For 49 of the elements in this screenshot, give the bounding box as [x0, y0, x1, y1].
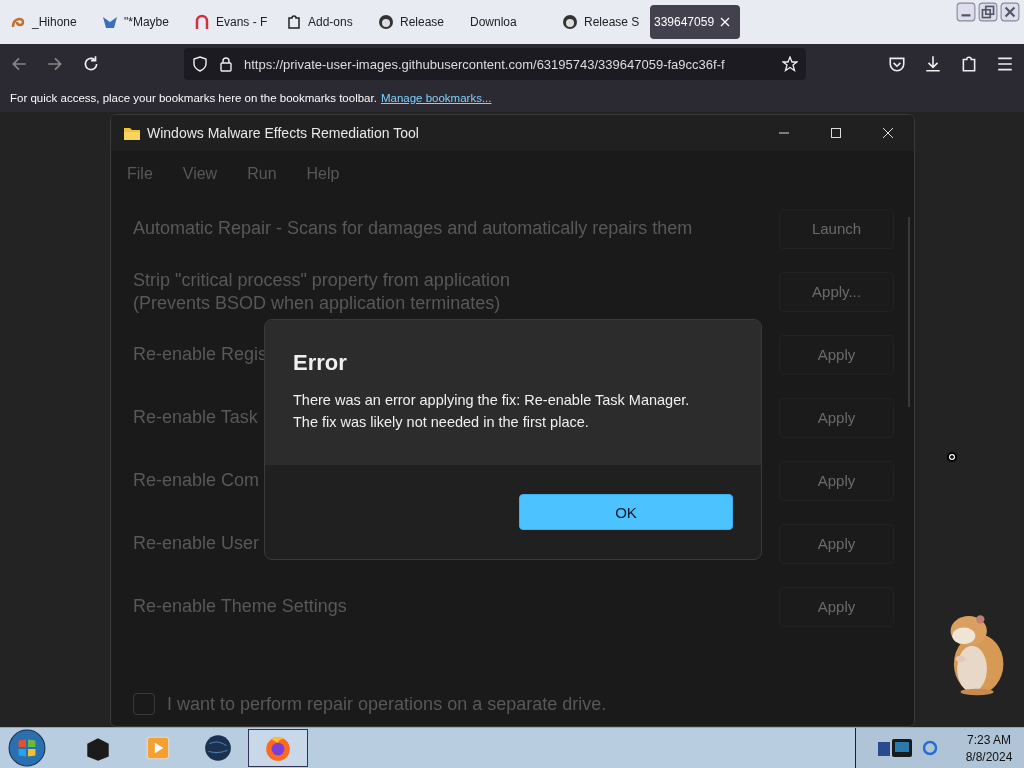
checkbox[interactable] — [133, 693, 155, 715]
url-text: https://private-user-images.githubusercontent.com/63195743/339647059-fa9cc36f-f — [244, 56, 726, 72]
taskbar-app[interactable] — [248, 729, 308, 767]
cursor-icon — [946, 451, 958, 463]
fix-label: (Prevents BSOD when application terminates) — [133, 292, 501, 314]
fix-label: Re-enable User — [133, 533, 260, 554]
maximize-icon[interactable] — [830, 127, 842, 139]
arch-icon — [194, 14, 210, 30]
menu-icon[interactable] — [996, 55, 1014, 73]
browser-tab[interactable]: Release — [374, 5, 462, 39]
fix-label: Re-enable Theme Settings — [133, 596, 347, 617]
dialog-title: Error — [293, 350, 347, 376]
back-icon[interactable] — [10, 55, 28, 73]
bookmarks-hint: For quick access, place your bookmarks here on the bookmarks toolbar. — [10, 92, 377, 104]
start-button[interactable] — [8, 729, 46, 767]
fix-label: Re-enable Task — [133, 407, 258, 428]
folder-icon — [123, 125, 141, 141]
bird-icon — [102, 14, 118, 30]
restore-icon[interactable] — [978, 2, 998, 22]
globe-icon — [203, 733, 233, 763]
manage-bookmarks-link[interactable]: Manage bookmarks... — [380, 92, 492, 104]
fix-label: Re-enable Com — [133, 470, 260, 491]
browser-tab[interactable]: Release S — [558, 5, 646, 39]
fix-label: Re-enable Regis — [133, 344, 268, 365]
address-bar[interactable]: https://private-user-images.githubusercontent.com/63195743/339647059-fa9cc36f-f — [184, 48, 806, 80]
close-icon[interactable] — [1000, 2, 1020, 22]
browser-tab[interactable]: 339647059 — [650, 5, 740, 39]
window-title: Windows Malware Effects Remediation Tool — [147, 125, 419, 141]
browser-tab[interactable]: "*Maybe — [98, 5, 186, 39]
lock-icon — [218, 56, 234, 72]
forward-icon[interactable] — [46, 55, 64, 73]
reload-icon[interactable] — [82, 55, 100, 73]
browser-tab[interactable]: _Hihone — [6, 5, 94, 39]
fix-label: Automatic Repair - Scans for damages and automatically repairs them — [133, 218, 693, 239]
download-icon[interactable] — [924, 55, 942, 73]
clock-date: 8/8/2024 — [965, 749, 1013, 764]
checkbox-label: I want to perform repair operations on a separate drive. — [167, 693, 607, 715]
pocket-icon[interactable] — [888, 55, 906, 73]
scrollbar[interactable] — [908, 217, 910, 407]
shield-icon — [192, 56, 208, 72]
browser-tab[interactable]: Evans - F — [190, 5, 278, 39]
browser-tab[interactable]: Downloa — [466, 5, 554, 39]
fix-label: Strip "critical process" property from application — [133, 269, 510, 291]
star-icon[interactable] — [782, 56, 798, 72]
browser-tab[interactable]: Add-ons — [282, 5, 370, 39]
ok-button[interactable]: OK — [519, 494, 733, 530]
clock-time: 7:23 AM — [967, 732, 1011, 747]
dialog-message: There was an error applying the fix: Re-enable Task Manager. The fix was likely not needed in the first place. — [293, 391, 690, 432]
minimize-icon[interactable] — [956, 2, 976, 22]
